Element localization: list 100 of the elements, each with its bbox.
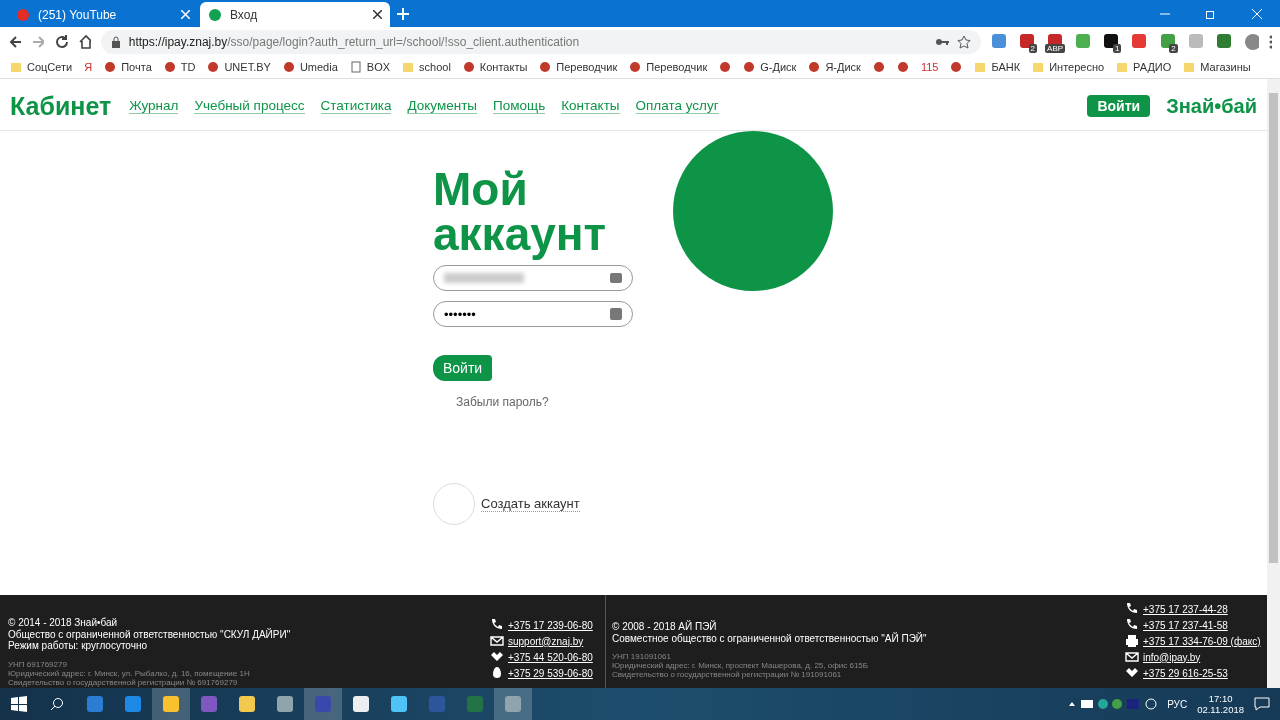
page-icon	[349, 61, 362, 73]
site-icon	[539, 61, 552, 73]
footer-text: Совместное общество с ограниченной ответственностью "АЙ ПЭЙ"	[612, 632, 928, 644]
mail-icon	[490, 634, 504, 648]
bookmark[interactable]: Интересно	[1032, 61, 1105, 73]
site-icon	[743, 61, 756, 73]
contact-link[interactable]: +375 17 237-41-58	[1143, 619, 1228, 631]
nav-link[interactable]: Оплата услуг	[635, 98, 719, 114]
folder-icon	[10, 61, 22, 73]
create-account-link[interactable]: Создать аккаунт	[481, 496, 580, 512]
footer-text: © 2008 - 2018 АЙ ПЭЙ	[612, 621, 718, 633]
site-icon	[629, 61, 642, 73]
footer-small-text: УНП 191091061	[612, 652, 672, 661]
site-icon	[282, 61, 295, 73]
address-bar[interactable]: https://ipay.znaj.by/sso/page/login?auth_return_url=/school/!sso_client.authentication	[100, 29, 981, 54]
mail-icon	[1125, 650, 1139, 664]
app-icon	[124, 695, 142, 713]
bookmark[interactable]: Почта	[104, 61, 152, 73]
reload-icon[interactable]	[54, 33, 68, 50]
browser-tab[interactable]: (251) YouTube	[8, 2, 198, 27]
bookmark[interactable]: Я	[84, 61, 93, 73]
site-icon	[462, 61, 475, 73]
folder-icon	[402, 61, 415, 73]
forgot-password-link[interactable]: Забыли пароль?	[456, 395, 633, 409]
back-icon[interactable]	[8, 33, 22, 50]
avatar-icon[interactable]	[1243, 32, 1259, 51]
restore-icon[interactable]	[1206, 8, 1216, 19]
app-icon	[504, 695, 522, 713]
phone-icon	[1125, 602, 1139, 616]
app-icon	[200, 695, 218, 713]
folder-icon	[1183, 61, 1196, 73]
footer-text: © 2014 - 2018 Знай•бай	[8, 617, 119, 629]
notification-icon[interactable]	[1254, 697, 1270, 711]
bookmark[interactable]: 115	[920, 61, 939, 73]
app-icon	[352, 695, 370, 713]
bookmark[interactable]: BOX	[349, 61, 391, 73]
close-icon[interactable]	[373, 10, 382, 19]
nav-link[interactable]: Документы	[407, 98, 478, 114]
bookmark[interactable]: Переводчик	[539, 61, 618, 73]
bookmark[interactable]	[896, 61, 909, 73]
menu-icon[interactable]	[1268, 34, 1272, 49]
bookmark[interactable]: UNET.BY	[207, 61, 271, 73]
site-icon	[872, 61, 885, 73]
bookmark[interactable]: Я-Диск	[808, 61, 861, 73]
bookmark[interactable]	[950, 61, 963, 73]
contact-link[interactable]: info@ipay.by	[1143, 651, 1201, 663]
bookmark[interactable]	[872, 61, 885, 73]
fax-icon	[1125, 634, 1139, 648]
bookmark[interactable]: Контакты	[462, 61, 528, 73]
nav-link[interactable]: Контакты	[561, 98, 620, 114]
bookmark[interactable]: G-Диск	[743, 61, 797, 73]
nav-link[interactable]: Журнал	[129, 98, 179, 114]
windows-icon[interactable]	[11, 696, 27, 712]
bookmark[interactable]: Umedia	[282, 61, 338, 73]
contact-link[interactable]: support@znaj.by	[508, 635, 584, 647]
taskbar-app[interactable]	[152, 688, 190, 720]
nav-link[interactable]: Статистика	[320, 98, 392, 114]
contact-link[interactable]: +375 17 237-44-28	[1143, 603, 1228, 615]
browser-tab[interactable]: Вход	[200, 2, 390, 27]
contact-link[interactable]: +375 17 239-06-80	[508, 619, 593, 631]
tray-icons[interactable]	[1067, 698, 1158, 710]
language-indicator[interactable]: РУС	[1167, 698, 1188, 710]
tab-favicon-icon	[16, 7, 30, 22]
bookmark[interactable]	[719, 61, 732, 73]
bookmark[interactable]: СоцСети	[10, 61, 73, 73]
folder-icon	[1116, 61, 1129, 73]
site-icon	[104, 61, 117, 73]
submit-button[interactable]: Войти	[433, 355, 493, 381]
star-icon[interactable]	[956, 34, 971, 49]
contact-link[interactable]: +375 17 334-76-09 (факс)	[1143, 635, 1261, 647]
footer-text: Режим работы: круглосуточно	[8, 640, 148, 652]
site-icon	[950, 61, 963, 73]
scrollbar[interactable]	[1267, 79, 1280, 688]
footer-text: Общество с ограниченной ответственностью "СКУЛ ДАЙРИ"	[8, 628, 292, 640]
key-icon[interactable]	[934, 36, 949, 47]
bookmark[interactable]: TD	[163, 61, 196, 73]
nav-link[interactable]: Помощь	[493, 98, 546, 114]
footer-small-text: УНП 691769279	[8, 659, 68, 669]
tab-favicon-icon	[208, 7, 222, 22]
bookmark[interactable]: РАДИО	[1116, 61, 1172, 73]
brand-logo[interactable]: Знай•бай	[1166, 94, 1257, 118]
home-icon[interactable]	[77, 33, 91, 50]
cabinet-logo[interactable]: Кабинет	[10, 91, 112, 121]
bookmark[interactable]: school	[402, 61, 451, 73]
nav-link[interactable]: Учебный процесс	[194, 98, 305, 114]
login-button[interactable]: Войти	[1087, 95, 1151, 117]
contact-link[interactable]: +375 29 539-06-80	[508, 667, 593, 679]
bookmark[interactable]: Переводчик	[629, 61, 708, 73]
contact-link[interactable]: +375 29 616-25-53	[1143, 667, 1228, 679]
search-icon[interactable]	[50, 697, 64, 711]
bookmark[interactable]: БАНК	[974, 61, 1021, 73]
footer-small-text: Юридический адрес: г. Минск, ул. Рыбалко, д. 16, помещение 1Н	[8, 668, 251, 678]
bookmark[interactable]: Магазины	[1183, 61, 1251, 73]
site-icon	[207, 61, 220, 73]
clock[interactable]: 17:10 02.11.2018	[1197, 693, 1244, 715]
folder-icon	[1032, 61, 1045, 73]
folder-icon	[974, 61, 987, 73]
app-icon	[314, 695, 332, 713]
contact-link[interactable]: +375 44 520-06-80	[508, 651, 593, 663]
app-icon	[390, 695, 408, 713]
